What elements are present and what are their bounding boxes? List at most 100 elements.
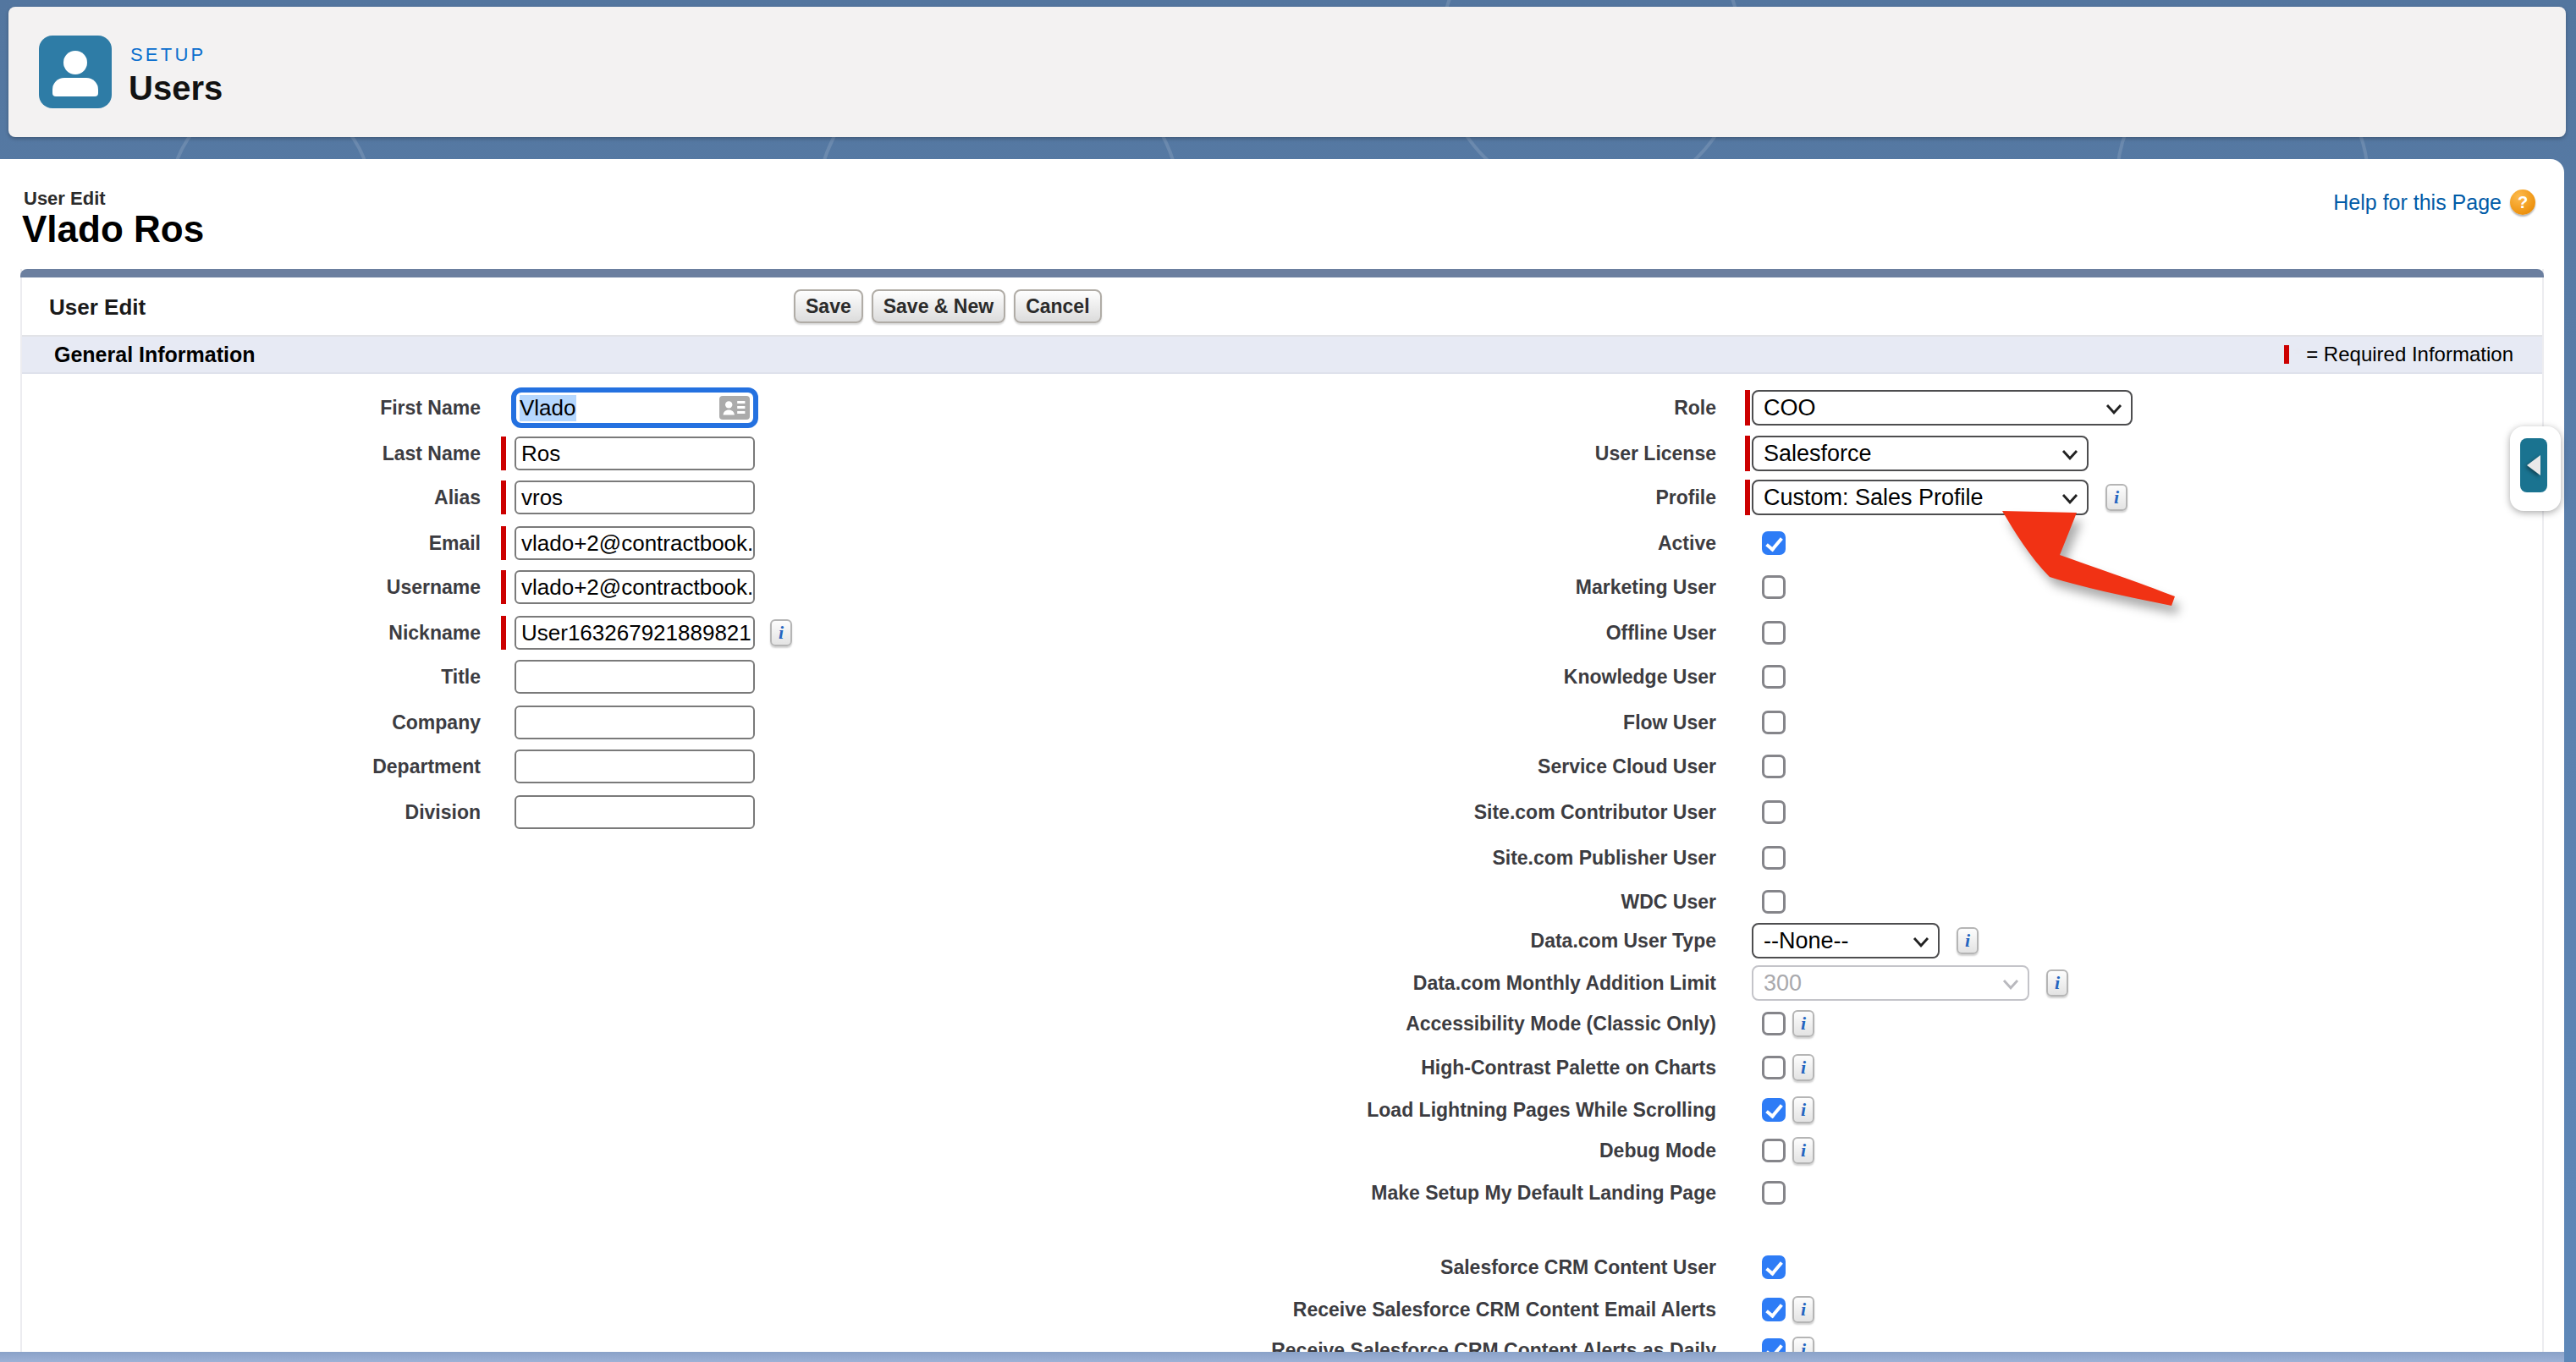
field-row-sitecom-publisher-user: Site.com Publisher User	[0, 838, 2576, 878]
required-indicator	[2284, 345, 2289, 364]
profile-value: Custom: Sales Profile	[1764, 485, 1984, 511]
datacom-monthly-limit-value: 300	[1764, 970, 1802, 997]
sidebar-collapse-tab[interactable]	[2510, 426, 2561, 511]
sitecom-publisher-user-checkbox[interactable]	[1762, 846, 1786, 870]
crm-content-user-label: Salesforce CRM Content User	[0, 1247, 1716, 1288]
load-lightning-pages-label: Load Lightning Pages While Scrolling	[0, 1090, 1716, 1130]
field-row-crm-content-user: Salesforce CRM Content User	[0, 1247, 2576, 1288]
save-and-new-button[interactable]: Save & New	[872, 289, 1005, 323]
field-row-knowledge-user: Knowledge User	[0, 656, 2576, 697]
wdc-user-checkbox[interactable]	[1762, 890, 1786, 914]
help-for-this-page[interactable]: Help for this Page ?	[2333, 189, 2535, 215]
profile-select[interactable]: Custom: Sales Profile	[1752, 480, 2089, 515]
record-type-label: User Edit	[24, 188, 106, 210]
field-row-crm-content-email-alerts: Receive Salesforce CRM Content Email Ale…	[0, 1289, 2576, 1330]
sitecom-contributor-user-label: Site.com Contributor User	[0, 792, 1716, 832]
dropdown-chevron-icon	[2002, 979, 2019, 991]
field-row-flow-user: Flow User	[0, 702, 2576, 743]
field-row-role: Role COO	[0, 387, 2576, 428]
general-information-title: General Information	[54, 343, 256, 367]
role-select[interactable]: COO	[1752, 390, 2133, 426]
field-row-sitecom-contributor-user: Site.com Contributor User	[0, 792, 2576, 832]
field-row-service-cloud-user: Service Cloud User	[0, 746, 2576, 787]
block-top-bar	[20, 269, 2544, 277]
profile-label: Profile	[0, 477, 1716, 518]
active-checkbox[interactable]	[1762, 531, 1786, 555]
active-label: Active	[0, 523, 1716, 563]
crm-content-user-checkbox[interactable]	[1762, 1255, 1786, 1279]
field-row-wdc-user: WDC User	[0, 881, 2576, 922]
wdc-user-label: WDC User	[0, 881, 1716, 922]
field-row-user-license: User License Salesforce	[0, 433, 2576, 474]
field-row-offline-user: Offline User	[0, 612, 2576, 653]
sitecom-contributor-user-checkbox[interactable]	[1762, 800, 1786, 824]
datacom-monthly-limit-label: Data.com Monthly Addition Limit	[0, 963, 1716, 1003]
user-license-select[interactable]: Salesforce	[1752, 436, 2089, 471]
flow-user-checkbox[interactable]	[1762, 711, 1786, 734]
page-title: Users	[129, 69, 223, 107]
role-label: Role	[0, 387, 1716, 428]
info-icon[interactable]: i	[1792, 1010, 1814, 1037]
offline-user-checkbox[interactable]	[1762, 621, 1786, 645]
info-icon[interactable]: i	[1792, 1096, 1814, 1123]
setup-eyebrow: SETUP	[130, 44, 206, 66]
info-icon[interactable]: i	[1957, 927, 1979, 954]
high-contrast-palette-checkbox[interactable]	[1762, 1056, 1786, 1079]
marketing-user-label: Marketing User	[0, 567, 1716, 607]
help-link[interactable]: Help for this Page	[2333, 190, 2502, 215]
bottom-strip	[0, 1352, 2564, 1362]
marketing-user-checkbox[interactable]	[1762, 575, 1786, 599]
field-row-active: Active	[0, 523, 2576, 563]
dropdown-chevron-icon	[2061, 493, 2078, 505]
datacom-user-type-label: Data.com User Type	[0, 920, 1716, 961]
crm-content-email-alerts-label: Receive Salesforce CRM Content Email Ale…	[0, 1289, 1716, 1330]
dropdown-chevron-icon	[2105, 404, 2122, 415]
required-indicator	[1745, 436, 1750, 471]
collapse-arrow-icon[interactable]	[2520, 438, 2547, 492]
crm-content-email-alerts-checkbox[interactable]	[1762, 1298, 1786, 1321]
debug-mode-checkbox[interactable]	[1762, 1139, 1786, 1162]
record-name: Vlado Ros	[22, 208, 204, 250]
user-icon	[39, 36, 112, 108]
info-icon[interactable]: i	[1792, 1296, 1814, 1323]
user-license-value: Salesforce	[1764, 441, 1872, 467]
field-row-make-setup-default: Make Setup My Default Landing Page	[0, 1173, 2576, 1213]
dropdown-chevron-icon	[2061, 449, 2078, 461]
block-title: User Edit	[49, 294, 146, 321]
dropdown-chevron-icon	[1913, 936, 1929, 948]
field-row-high-contrast-palette: High-Contrast Palette on Charts i	[0, 1047, 2576, 1088]
salesforce-user-edit-page: SETUP Users User Edit Vlado Ros Help for…	[0, 0, 2576, 1362]
flow-user-label: Flow User	[0, 702, 1716, 743]
info-icon[interactable]: i	[2046, 969, 2068, 997]
accessibility-mode-label: Accessibility Mode (Classic Only)	[0, 1003, 1716, 1044]
setup-header-card: SETUP Users	[8, 7, 2566, 137]
field-row-datacom-user-type: Data.com User Type --None-- i	[0, 920, 2576, 961]
info-icon[interactable]: i	[2105, 484, 2127, 511]
knowledge-user-checkbox[interactable]	[1762, 665, 1786, 689]
save-button[interactable]: Save	[794, 289, 863, 323]
field-row-marketing-user: Marketing User	[0, 567, 2576, 607]
accessibility-mode-checkbox[interactable]	[1762, 1012, 1786, 1035]
debug-mode-label: Debug Mode	[0, 1130, 1716, 1171]
required-legend: * = Required Information	[2284, 343, 2513, 366]
high-contrast-palette-label: High-Contrast Palette on Charts	[0, 1047, 1716, 1088]
datacom-user-type-select[interactable]: --None--	[1752, 923, 1940, 958]
field-row-debug-mode: Debug Mode i	[0, 1130, 2576, 1171]
make-setup-default-label: Make Setup My Default Landing Page	[0, 1173, 1716, 1213]
general-information-header: General Information * = Required Informa…	[22, 337, 2542, 374]
cancel-button[interactable]: Cancel	[1014, 289, 1101, 323]
make-setup-default-checkbox[interactable]	[1762, 1181, 1786, 1205]
info-icon[interactable]: i	[1792, 1137, 1814, 1164]
required-indicator	[1745, 480, 1750, 515]
required-legend-text: = Required Information	[2306, 343, 2513, 366]
field-row-datacom-monthly-limit: Data.com Monthly Addition Limit 300 i	[0, 963, 2576, 1003]
datacom-monthly-limit-select: 300	[1752, 965, 2029, 1001]
help-icon[interactable]: ?	[2510, 189, 2535, 215]
info-icon[interactable]: i	[1792, 1054, 1814, 1081]
service-cloud-user-checkbox[interactable]	[1762, 755, 1786, 778]
knowledge-user-label: Knowledge User	[0, 656, 1716, 697]
load-lightning-pages-checkbox[interactable]	[1762, 1098, 1786, 1122]
field-row-accessibility-mode: Accessibility Mode (Classic Only) i	[0, 1003, 2576, 1044]
user-license-label: User License	[0, 433, 1716, 474]
service-cloud-user-label: Service Cloud User	[0, 746, 1716, 787]
